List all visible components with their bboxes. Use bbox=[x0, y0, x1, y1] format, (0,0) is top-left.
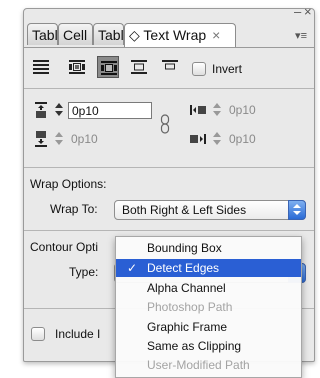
panel-menu-icon[interactable]: ▾≡ bbox=[295, 29, 307, 42]
divider bbox=[24, 167, 314, 168]
invert-checkbox[interactable] bbox=[192, 62, 206, 76]
include-inside-edges-checkbox[interactable] bbox=[31, 327, 45, 341]
wrap-around-bounding-box-icon[interactable] bbox=[66, 56, 88, 78]
menu-item-photoshop-path: Photoshop Path bbox=[147, 300, 233, 314]
right-offset-field[interactable]: 0p10 bbox=[226, 131, 306, 148]
no-text-wrap-icon[interactable] bbox=[30, 56, 52, 78]
select-arrows-icon bbox=[288, 200, 306, 220]
checkmark-icon: ✓ bbox=[127, 261, 138, 275]
menu-item-user-modified-path: User-Modified Path bbox=[147, 358, 250, 372]
divider bbox=[24, 230, 314, 231]
tab-close-icon[interactable]: × bbox=[212, 27, 220, 43]
bottom-offset-stepper[interactable] bbox=[53, 131, 65, 147]
tab-cell[interactable]: Cell bbox=[58, 23, 93, 45]
menu-item-bounding-box[interactable]: Bounding Box bbox=[116, 239, 301, 257]
wrap-options-heading: Wrap Options: bbox=[30, 177, 107, 191]
menu-item-same-as-clipping[interactable]: Same as Clipping bbox=[116, 337, 301, 355]
link-chain-icon[interactable] bbox=[160, 114, 170, 137]
contour-type-label: Type: bbox=[69, 265, 99, 279]
left-offset-icon bbox=[190, 102, 206, 118]
panel-titlebar: – × bbox=[24, 5, 314, 23]
bottom-offset-icon bbox=[34, 131, 48, 147]
minimize-icon[interactable]: – bbox=[294, 5, 301, 19]
wrap-to-select[interactable]: Both Right & Left Sides bbox=[114, 200, 306, 220]
menu-item-alpha-channel[interactable]: Alpha Channel bbox=[116, 279, 301, 297]
right-offset-stepper[interactable] bbox=[211, 131, 223, 147]
top-offset-field[interactable]: 0p10 bbox=[68, 102, 152, 119]
wrap-around-object-shape-icon[interactable] bbox=[97, 56, 119, 78]
include-inside-edges-label: Include I bbox=[55, 327, 101, 341]
menu-item-detect-edges[interactable]: ✓ Detect Edges bbox=[116, 259, 301, 277]
left-offset-field[interactable]: 0p10 bbox=[226, 102, 306, 119]
right-offset-icon bbox=[190, 131, 206, 147]
invert-label: Invert bbox=[212, 62, 243, 76]
tab-table-2[interactable]: Tabl bbox=[93, 23, 124, 45]
bottom-offset-field[interactable]: 0p10 bbox=[68, 131, 152, 148]
contour-type-menu: Bounding Box ✓ Detect Edges Alpha Channe… bbox=[115, 236, 302, 378]
menu-item-graphic-frame[interactable]: Graphic Frame bbox=[116, 318, 301, 336]
divider bbox=[24, 88, 314, 89]
jump-object-icon[interactable] bbox=[128, 56, 150, 78]
wrap-type-buttons: Invert bbox=[30, 56, 308, 78]
top-offset-icon bbox=[34, 102, 48, 118]
close-icon[interactable]: × bbox=[304, 5, 312, 19]
wrap-to-label: Wrap To: bbox=[50, 202, 98, 216]
left-offset-stepper[interactable] bbox=[211, 102, 223, 118]
tab-table[interactable]: Tabl bbox=[27, 23, 58, 45]
tab-text-wrap[interactable]: ◇ Text Wrap × bbox=[124, 23, 236, 48]
contour-options-heading: Contour Opti bbox=[30, 240, 99, 254]
top-offset-stepper[interactable] bbox=[53, 102, 65, 118]
panel-tabs: Tabl Cell Tabl ◇ Text Wrap × ▾≡ bbox=[27, 23, 311, 48]
jump-to-next-column-icon[interactable] bbox=[159, 56, 181, 78]
